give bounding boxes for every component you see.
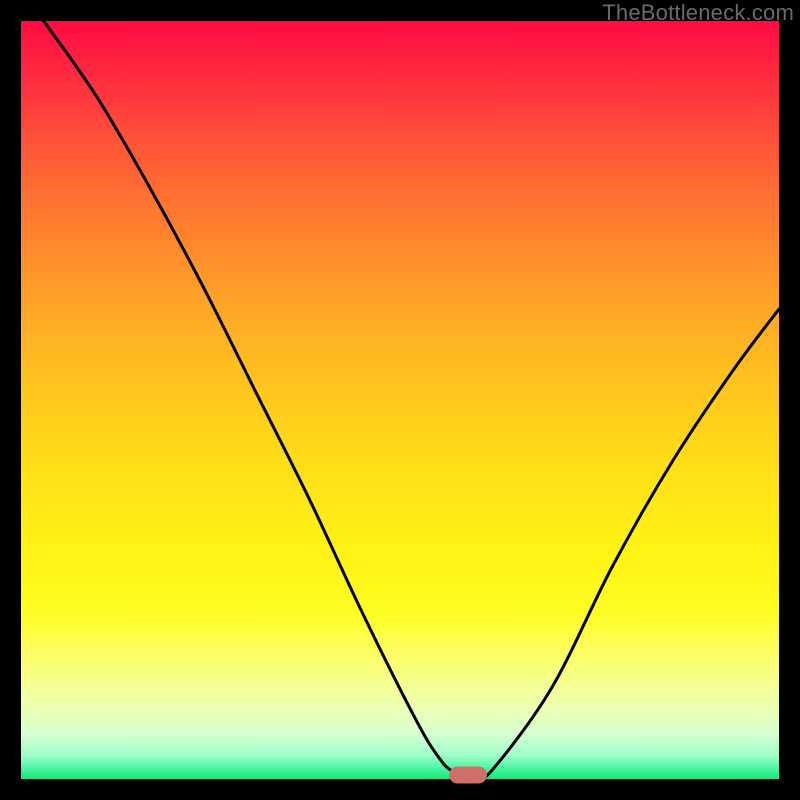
watermark-text: TheBottleneck.com: [602, 0, 794, 26]
plot-area: [21, 21, 779, 779]
optimal-point-marker: [449, 767, 487, 784]
bottleneck-curve: [21, 21, 779, 779]
